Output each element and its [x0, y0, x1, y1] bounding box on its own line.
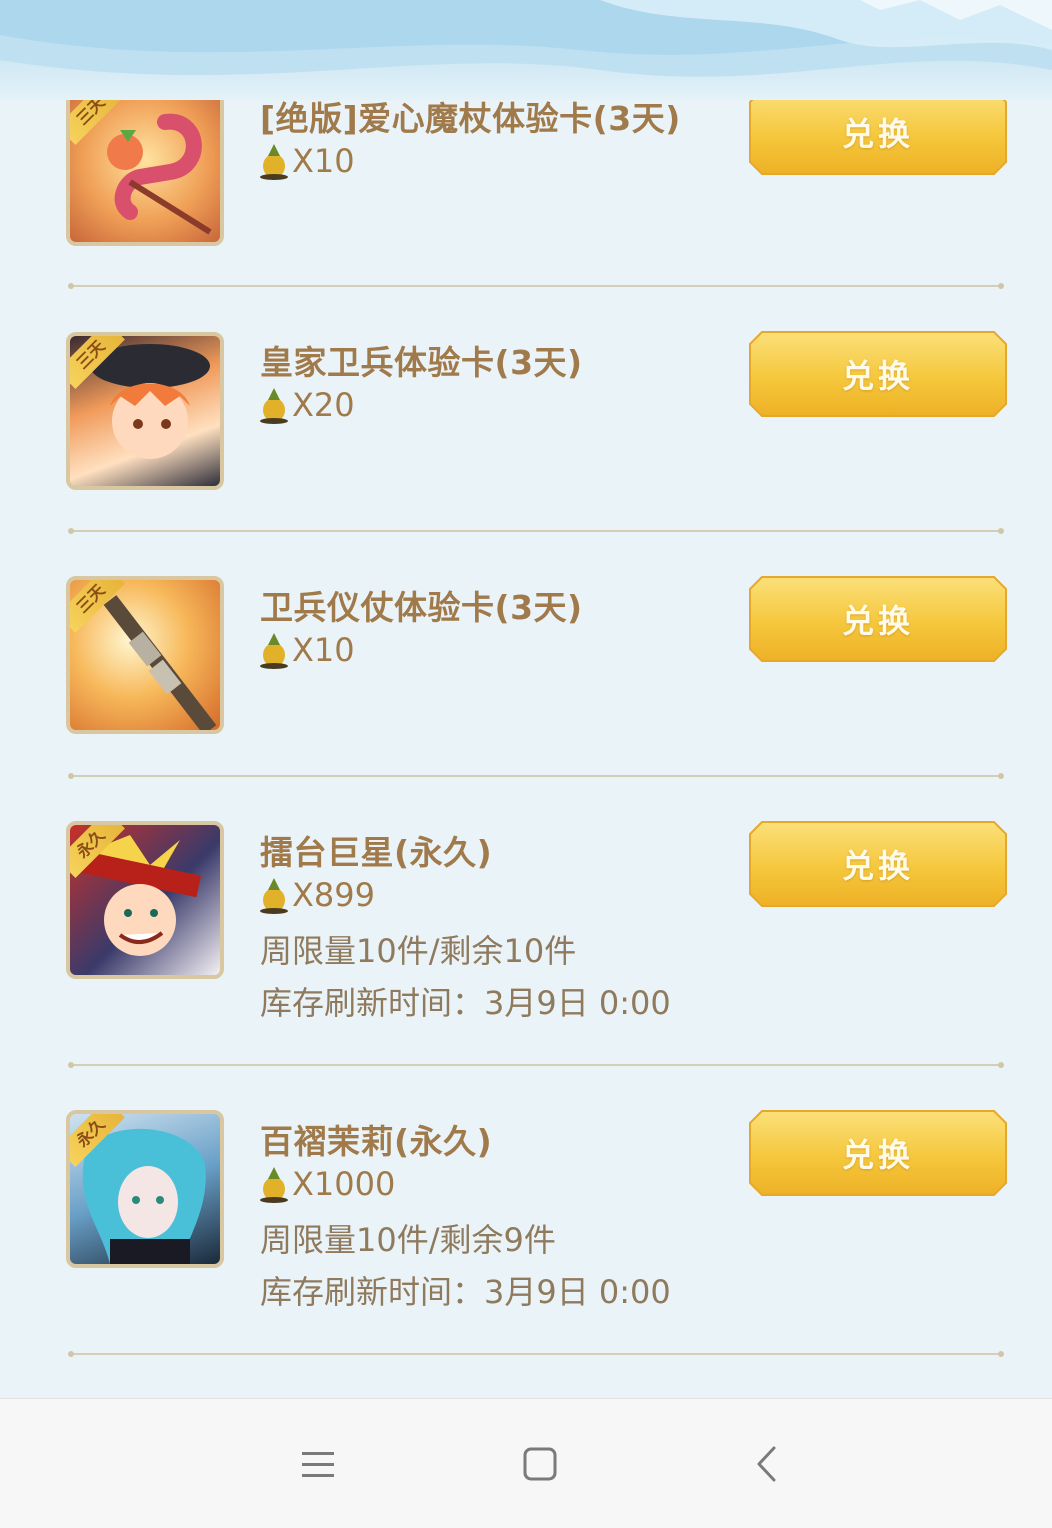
system-nav-bar [0, 1398, 1052, 1528]
pineapple-icon [260, 1167, 288, 1203]
item-image: 永久 [66, 821, 224, 979]
divider [68, 1350, 1004, 1358]
exchange-button-label: 兑换 [841, 357, 914, 395]
exchange-button[interactable]: 兑换 [748, 820, 1008, 912]
pineapple-icon [260, 144, 288, 180]
item-title: 百褶茉莉(永久) [260, 1122, 493, 1161]
menu-icon[interactable] [288, 1439, 348, 1489]
divider [68, 527, 1004, 535]
item-image: 三天 [66, 332, 224, 490]
refresh-time: 库存刷新时间：3月9日 0:00 [260, 984, 671, 1022]
price-value: X899 [292, 876, 375, 914]
exchange-button[interactable]: 兑换 [748, 330, 1008, 422]
exchange-button-label: 兑换 [841, 602, 914, 640]
divider [68, 772, 1004, 780]
exchange-button-label: 兑换 [841, 115, 914, 153]
weekly-limit: 周限量10件/剩余10件 [260, 932, 577, 970]
item-title: 卫兵仪仗体验卡(3天) [260, 588, 583, 627]
back-icon[interactable] [736, 1439, 796, 1489]
shop-screen: 三天 [绝版]爱心魔杖体验卡(3天) X10 兑换 三天 皇家卫兵体验卡(3天)… [0, 0, 1052, 1528]
price-value: X1000 [292, 1165, 396, 1203]
item-price: X1000 [258, 1165, 395, 1203]
item-price: X20 [258, 386, 355, 424]
header-banner [0, 0, 1052, 100]
price-value: X10 [292, 142, 355, 180]
exchange-button[interactable]: 兑换 [748, 575, 1008, 667]
exchange-button-label: 兑换 [841, 847, 914, 885]
price-value: X10 [292, 631, 355, 669]
exchange-button-label: 兑换 [841, 1136, 914, 1174]
item-price: X10 [258, 631, 355, 669]
weekly-limit: 周限量10件/剩余9件 [260, 1221, 556, 1259]
home-icon[interactable] [510, 1439, 570, 1489]
item-image: 永久 [66, 1110, 224, 1268]
pineapple-icon [260, 388, 288, 424]
item-title: 擂台巨星(永久) [260, 833, 493, 872]
item-title: 皇家卫兵体验卡(3天) [260, 343, 583, 382]
item-price: X899 [258, 876, 375, 914]
price-value: X20 [292, 386, 355, 424]
pineapple-icon [260, 878, 288, 914]
exchange-button[interactable]: 兑换 [748, 88, 1008, 180]
item-image: 三天 [66, 576, 224, 734]
divider [68, 1061, 1004, 1069]
item-price: X10 [258, 142, 355, 180]
exchange-button[interactable]: 兑换 [748, 1109, 1008, 1201]
pineapple-icon [260, 633, 288, 669]
item-image: 三天 [66, 88, 224, 246]
divider [68, 282, 1004, 290]
refresh-time: 库存刷新时间：3月9日 0:00 [260, 1273, 671, 1311]
